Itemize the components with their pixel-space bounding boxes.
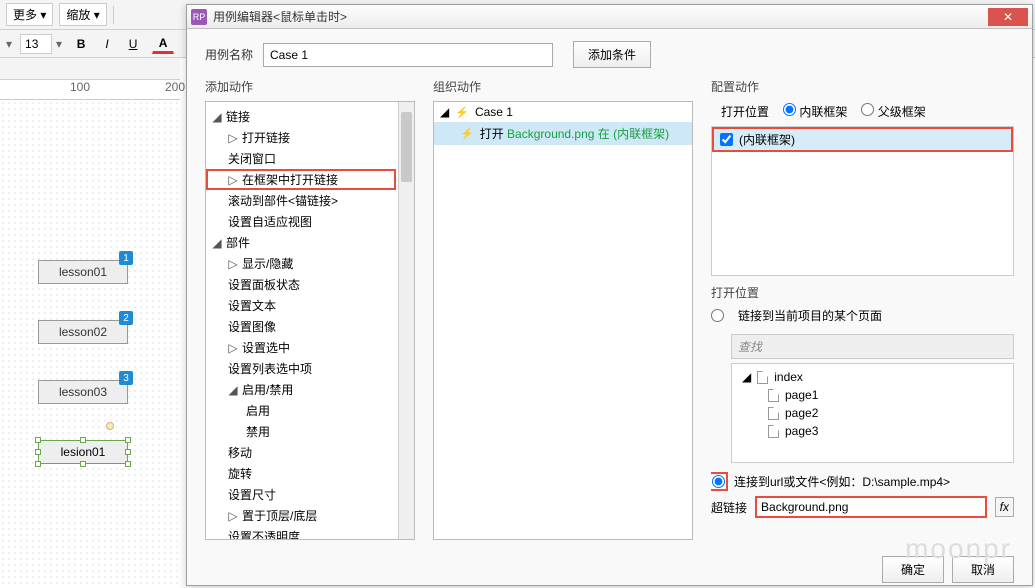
tree-item[interactable]: 启用 bbox=[246, 402, 270, 419]
caret-icon[interactable]: ▷ bbox=[228, 173, 238, 187]
inline-frame-label: (内联框架) bbox=[739, 131, 795, 148]
page-tree-item[interactable]: page2 bbox=[738, 404, 1007, 422]
col2-title: 组织动作 bbox=[433, 78, 693, 95]
inline-frame-check[interactable]: (内联框架) bbox=[712, 127, 1013, 152]
page-tree-item[interactable]: page1 bbox=[738, 386, 1007, 404]
more-dropdown[interactable]: 更多 ▾ bbox=[6, 3, 53, 26]
page-icon bbox=[768, 425, 779, 438]
ruler-horizontal: 100 200 bbox=[0, 80, 180, 100]
caret-icon[interactable]: ▷ bbox=[228, 131, 238, 145]
organize-panel: ◢ ⚡ Case 1 ⚡ 打开 Background.png 在 (内联框架) bbox=[433, 101, 693, 540]
design-canvas[interactable]: lesson011 lesson022 lesson033 lesion01 bbox=[0, 100, 180, 588]
col3-title: 配置动作 bbox=[711, 78, 1014, 95]
page-tree-item[interactable]: page3 bbox=[738, 422, 1007, 440]
caret-icon[interactable]: ◢ bbox=[440, 105, 449, 119]
widget-lesson03[interactable]: lesson033 bbox=[38, 380, 128, 404]
dialog-titlebar[interactable]: RP 用例编辑器<鼠标单击时> ✕ bbox=[187, 5, 1032, 29]
tree-item[interactable]: 移动 bbox=[228, 444, 252, 461]
tree-item[interactable]: 设置文本 bbox=[228, 297, 276, 314]
cancel-button[interactable]: 取消 bbox=[952, 556, 1014, 583]
dialog-title: 用例编辑器<鼠标单击时> bbox=[213, 8, 988, 25]
ok-button[interactable]: 确定 bbox=[882, 556, 944, 583]
underline-icon[interactable]: U bbox=[122, 34, 144, 54]
tree-group-widgets[interactable]: 部件 bbox=[226, 234, 250, 251]
caret-icon[interactable]: ▷ bbox=[228, 341, 238, 355]
case-editor-dialog: RP 用例编辑器<鼠标单击时> ✕ 用例名称 添加条件 添加动作 ◢ 链接 ▷ 打开… bbox=[186, 4, 1033, 586]
radio-link-to-url[interactable] bbox=[712, 475, 725, 488]
widget-selected[interactable]: lesion01 bbox=[38, 440, 128, 464]
bold-icon[interactable]: B bbox=[70, 34, 92, 54]
page-icon bbox=[768, 407, 779, 420]
tree-item-open-in-frame[interactable]: 在框架中打开链接 bbox=[242, 171, 338, 188]
tree-item[interactable]: 置于顶层/底层 bbox=[242, 507, 317, 524]
tree-item[interactable]: 设置图像 bbox=[228, 318, 276, 335]
caret-icon[interactable]: ◢ bbox=[228, 383, 238, 397]
chevron-down-icon: ▾ bbox=[94, 8, 100, 22]
page-search-input[interactable]: 查找 bbox=[731, 334, 1014, 359]
add-condition-button[interactable]: 添加条件 bbox=[573, 41, 651, 68]
tree-item[interactable]: 设置选中 bbox=[242, 339, 290, 356]
font-color-icon[interactable]: A bbox=[152, 34, 174, 54]
tree-item[interactable]: 旋转 bbox=[228, 465, 252, 482]
connector-dot[interactable] bbox=[106, 422, 114, 430]
tree-item[interactable]: 显示/隐藏 bbox=[242, 255, 293, 272]
open-position-label-2: 打开位置 bbox=[711, 284, 1014, 301]
note-badge: 2 bbox=[119, 311, 133, 325]
tree-item[interactable]: 禁用 bbox=[246, 423, 270, 440]
tree-item[interactable]: 滚动到部件<锚链接> bbox=[228, 192, 338, 209]
action-text: 打开 Background.png 在 (内联框架) bbox=[480, 125, 669, 142]
tree-item[interactable]: 打开链接 bbox=[242, 129, 290, 146]
case-row[interactable]: ◢ ⚡ Case 1 bbox=[434, 102, 692, 122]
action-tree-panel: ◢ 链接 ▷ 打开链接 关闭窗口 ▷ 在框架中打开链接 滚动到部件<锚链接> 设置自适… bbox=[205, 101, 415, 540]
app-logo-icon: RP bbox=[191, 9, 207, 25]
action-row[interactable]: ⚡ 打开 Background.png 在 (内联框架) bbox=[434, 122, 692, 145]
page-tree-root[interactable]: ◢index bbox=[738, 368, 1007, 386]
tree-item[interactable]: 启用/禁用 bbox=[242, 381, 293, 398]
widget-lesson01[interactable]: lesson011 bbox=[38, 260, 128, 284]
tree-item[interactable]: 设置自适应视图 bbox=[228, 213, 312, 230]
fx-button[interactable]: fx bbox=[995, 497, 1014, 517]
zoom-dropdown[interactable]: 缩放 ▾ bbox=[59, 3, 106, 26]
open-position-label: 打开位置 bbox=[721, 103, 769, 120]
close-icon[interactable]: ✕ bbox=[988, 8, 1028, 26]
caret-icon[interactable]: ▷ bbox=[228, 257, 238, 271]
caret-icon[interactable]: ◢ bbox=[212, 236, 222, 250]
case-label: Case 1 bbox=[475, 105, 513, 119]
tree-item[interactable]: 设置面板状态 bbox=[228, 276, 300, 293]
tree-item[interactable]: 关闭窗口 bbox=[228, 150, 276, 167]
chevron-down-icon[interactable]: ▾ bbox=[56, 37, 62, 51]
col1-title: 添加动作 bbox=[205, 78, 415, 95]
tree-item[interactable]: 设置尺寸 bbox=[228, 486, 276, 503]
tree-group-links[interactable]: 链接 bbox=[226, 108, 250, 125]
tree-item[interactable]: 设置不透明度 bbox=[228, 528, 300, 540]
radio-parent-frame[interactable]: 父级框架 bbox=[861, 103, 925, 120]
note-badge: 3 bbox=[119, 371, 133, 385]
radio-link-to-page[interactable]: 链接到当前项目的某个页面 bbox=[711, 305, 1014, 330]
page-icon bbox=[768, 389, 779, 402]
radio-inline-frame[interactable]: 内联框架 bbox=[783, 103, 847, 120]
radio-link-to-url-label: 连接到url或文件<例如：D:\sample.mp4> bbox=[734, 473, 950, 490]
note-badge: 1 bbox=[119, 251, 133, 265]
case-name-input[interactable] bbox=[263, 43, 553, 67]
caret-icon[interactable]: ◢ bbox=[742, 370, 751, 384]
tree-item[interactable]: 设置列表选中项 bbox=[228, 360, 312, 377]
bolt-icon: ⚡ bbox=[460, 127, 474, 140]
inline-frame-checkbox[interactable] bbox=[720, 133, 733, 146]
case-name-label: 用例名称 bbox=[205, 46, 253, 63]
hyperlink-input[interactable] bbox=[755, 496, 987, 518]
bolt-icon: ⚡ bbox=[455, 106, 469, 119]
widget-lesson02[interactable]: lesson022 bbox=[38, 320, 128, 344]
italic-icon[interactable]: I bbox=[96, 34, 118, 54]
page-tree: ◢index page1 page2 page3 bbox=[731, 363, 1014, 463]
frame-checklist: (内联框架) bbox=[711, 126, 1014, 276]
fontsize-input[interactable] bbox=[20, 34, 52, 54]
hyperlink-label: 超链接 bbox=[711, 499, 747, 516]
chevron-down-icon[interactable]: ▾ bbox=[6, 37, 12, 51]
caret-icon[interactable]: ◢ bbox=[212, 110, 222, 124]
scrollbar[interactable] bbox=[398, 102, 414, 539]
page-icon bbox=[757, 371, 768, 384]
chevron-down-icon: ▾ bbox=[40, 8, 46, 22]
caret-icon[interactable]: ▷ bbox=[228, 509, 238, 523]
